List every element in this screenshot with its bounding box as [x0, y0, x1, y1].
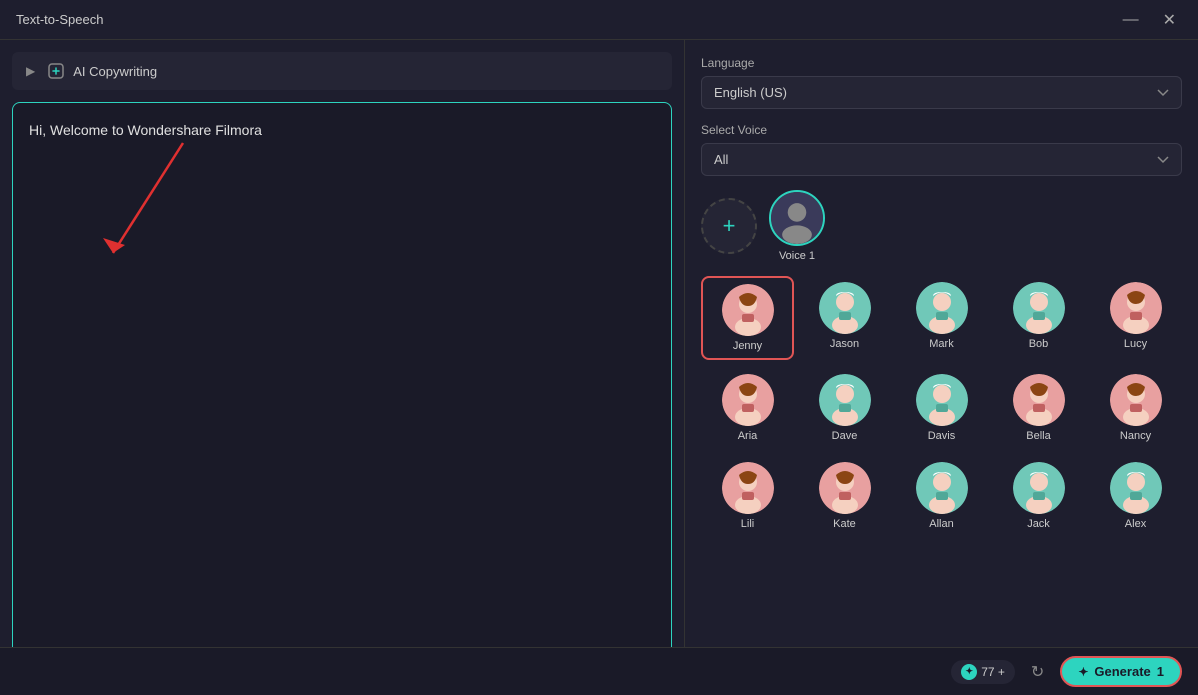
- voice-avatar-alex: [1110, 462, 1162, 514]
- refresh-button[interactable]: ↻: [1027, 658, 1048, 686]
- voice-1-label: Voice 1: [779, 250, 815, 262]
- voice-card-mark[interactable]: Mark: [895, 276, 988, 360]
- plus-icon: +: [723, 213, 736, 239]
- left-panel: ▶ AI Copywriting Hi, Welcome to Wondersh…: [0, 40, 685, 695]
- title-bar-controls: — ✕: [1117, 8, 1182, 32]
- ai-copywriting-label: AI Copywriting: [73, 64, 157, 79]
- voice-grid: Jenny Jason Mark Bob Lucy Aria Dave: [701, 276, 1182, 536]
- generate-label: Generate: [1094, 664, 1150, 679]
- voice-avatar-bella: [1013, 374, 1065, 426]
- voice-name-jenny: Jenny: [733, 340, 762, 352]
- generate-star-icon: ✦: [1078, 665, 1088, 679]
- voice-1-avatar-svg: [771, 190, 823, 246]
- credits-badge: ✦ 77 +: [951, 660, 1015, 684]
- voice-avatar-lucy: [1110, 282, 1162, 334]
- add-voice-button[interactable]: +: [701, 198, 757, 254]
- voice-name-lucy: Lucy: [1124, 338, 1147, 350]
- voice-card-lucy[interactable]: Lucy: [1089, 276, 1182, 360]
- text-area-wrapper: Hi, Welcome to Wondershare Filmora Auto …: [12, 102, 672, 683]
- voice-card-alex[interactable]: Alex: [1089, 456, 1182, 536]
- close-button[interactable]: ✕: [1157, 8, 1182, 32]
- language-section: Language English (US): [701, 56, 1182, 109]
- voice-name-bella: Bella: [1026, 430, 1050, 442]
- voice-card-nancy[interactable]: Nancy: [1089, 368, 1182, 448]
- chevron-right-icon: ▶: [26, 64, 35, 78]
- voice-avatar-nancy: [1110, 374, 1162, 426]
- voice-avatar-mark: [916, 282, 968, 334]
- credits-value: 77 +: [981, 665, 1005, 679]
- voice-name-jack: Jack: [1027, 518, 1050, 530]
- ai-icon: [47, 62, 65, 80]
- text-area-content: Hi, Welcome to Wondershare Filmora: [13, 103, 671, 652]
- voice-1-item[interactable]: Voice 1: [769, 190, 825, 262]
- voice-card-jason[interactable]: Jason: [798, 276, 891, 360]
- ai-copywriting-bar[interactable]: ▶ AI Copywriting: [12, 52, 672, 90]
- voice-avatar-davis: [916, 374, 968, 426]
- voice-name-dave: Dave: [832, 430, 858, 442]
- voice-avatar-jack: [1013, 462, 1065, 514]
- voice-avatar-kate: [819, 462, 871, 514]
- voice-avatar-aria: [722, 374, 774, 426]
- voice-picker-row: + Voice 1: [701, 190, 1182, 262]
- voice-name-kate: Kate: [833, 518, 856, 530]
- voice-1-avatar: [769, 190, 825, 246]
- select-voice-label: Select Voice: [701, 123, 1182, 137]
- voice-card-aria[interactable]: Aria: [701, 368, 794, 448]
- generate-count: 1: [1157, 664, 1164, 679]
- voice-name-aria: Aria: [738, 430, 758, 442]
- voice-avatar-bob: [1013, 282, 1065, 334]
- language-label: Language: [701, 56, 1182, 70]
- voice-name-lili: Lili: [741, 518, 754, 530]
- voice-name-alex: Alex: [1125, 518, 1146, 530]
- voice-grid-container: Jenny Jason Mark Bob Lucy Aria Dave: [701, 276, 1182, 661]
- voice-name-mark: Mark: [929, 338, 953, 350]
- voice-avatar-jenny: [722, 284, 774, 336]
- voice-card-jack[interactable]: Jack: [992, 456, 1085, 536]
- main-layout: ▶ AI Copywriting Hi, Welcome to Wondersh…: [0, 40, 1198, 695]
- title-bar: Text-to-Speech — ✕: [0, 0, 1198, 40]
- voice-card-jenny[interactable]: Jenny: [701, 276, 794, 360]
- voice-card-allan[interactable]: Allan: [895, 456, 988, 536]
- voice-card-dave[interactable]: Dave: [798, 368, 891, 448]
- red-arrow-indicator: [93, 133, 213, 283]
- voice-name-bob: Bob: [1029, 338, 1049, 350]
- right-panel: Language English (US) Select Voice All +: [685, 40, 1198, 695]
- voice-name-allan: Allan: [929, 518, 953, 530]
- title-bar-title: Text-to-Speech: [16, 12, 103, 27]
- voice-name-davis: Davis: [928, 430, 956, 442]
- voice-avatar-dave: [819, 374, 871, 426]
- voice-card-bob[interactable]: Bob: [992, 276, 1085, 360]
- voice-name-nancy: Nancy: [1120, 430, 1151, 442]
- voice-card-lili[interactable]: Lili: [701, 456, 794, 536]
- generate-button[interactable]: ✦ Generate 1: [1060, 656, 1182, 687]
- voice-avatar-jason: [819, 282, 871, 334]
- bottom-bar: ✦ 77 + ↻ ✦ Generate 1: [0, 647, 1198, 695]
- select-voice-section: Select Voice All: [701, 123, 1182, 176]
- voice-card-bella[interactable]: Bella: [992, 368, 1085, 448]
- voice-filter-dropdown[interactable]: All: [701, 143, 1182, 176]
- minimize-button[interactable]: —: [1117, 8, 1145, 32]
- voice-card-kate[interactable]: Kate: [798, 456, 891, 536]
- voice-card-davis[interactable]: Davis: [895, 368, 988, 448]
- voice-avatar-lili: [722, 462, 774, 514]
- language-dropdown[interactable]: English (US): [701, 76, 1182, 109]
- credits-icon: ✦: [961, 664, 977, 680]
- voice-name-jason: Jason: [830, 338, 859, 350]
- voice-avatar-allan: [916, 462, 968, 514]
- text-content: Hi, Welcome to Wondershare Filmora: [29, 122, 262, 138]
